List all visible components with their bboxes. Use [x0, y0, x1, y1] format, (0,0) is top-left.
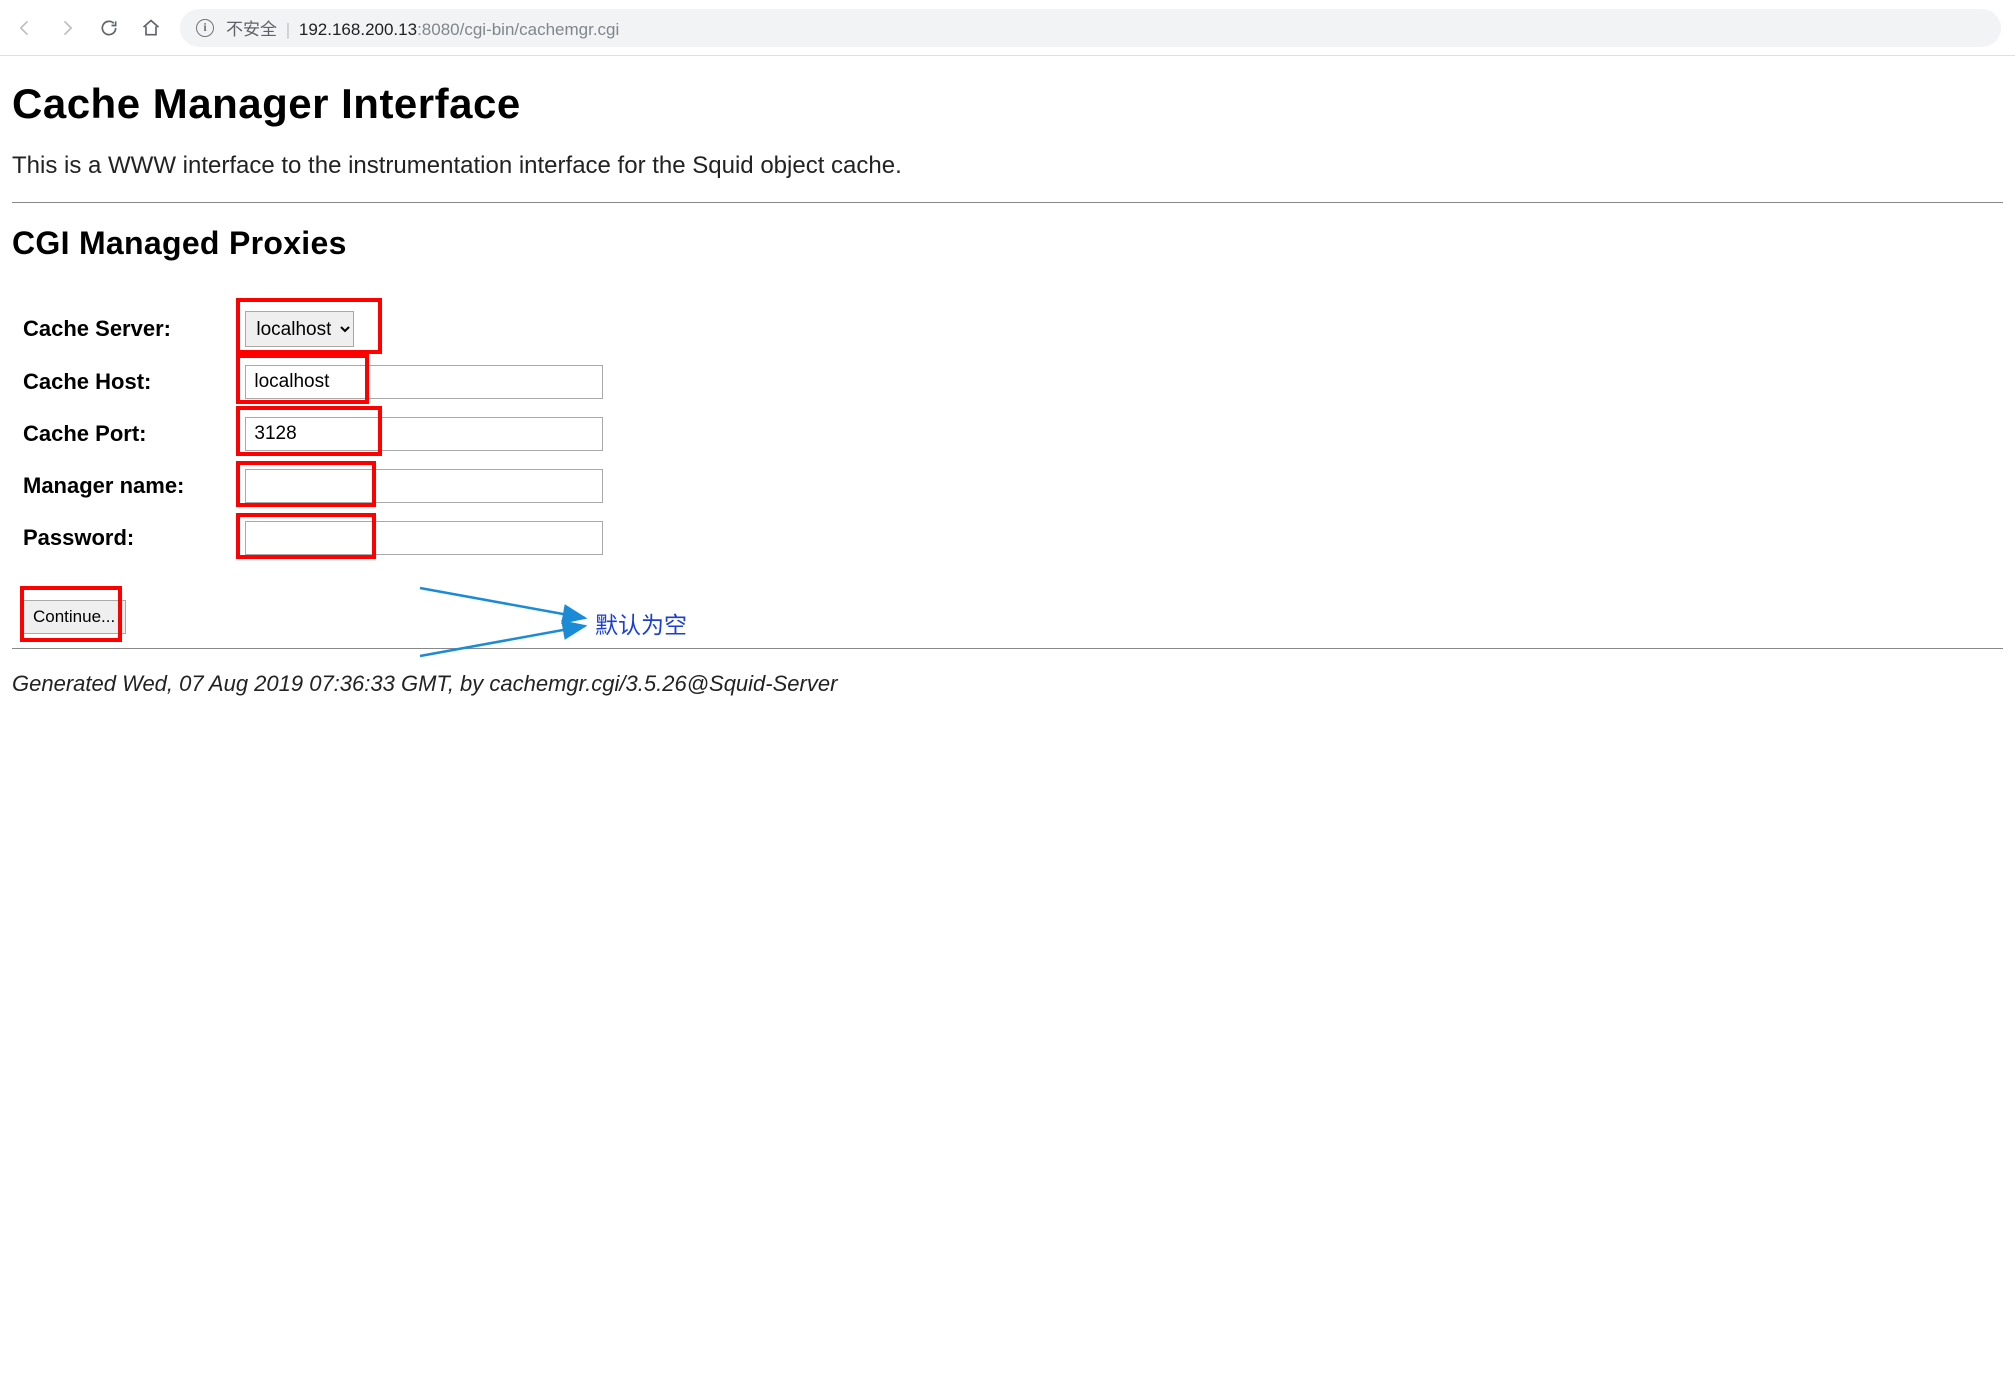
home-icon[interactable] — [140, 17, 162, 39]
forward-icon[interactable] — [56, 17, 78, 39]
password-label: Password: — [22, 520, 244, 556]
password-input[interactable] — [245, 521, 603, 555]
address-bar[interactable]: i 不安全 | 192.168.200.13:8080/cgi-bin/cach… — [180, 9, 2001, 47]
cache-host-input[interactable] — [245, 365, 603, 399]
browser-toolbar: i 不安全 | 192.168.200.13:8080/cgi-bin/cach… — [0, 0, 2015, 56]
page-subtitle: This is a WWW interface to the instrumen… — [12, 152, 2003, 180]
cache-port-label: Cache Port: — [22, 416, 244, 452]
back-icon[interactable] — [14, 17, 36, 39]
proxy-form: Cache Server: localhost Cache Host: Cach… — [22, 294, 604, 572]
cache-host-label: Cache Host: — [22, 364, 244, 400]
reload-icon[interactable] — [98, 17, 120, 39]
cache-server-label: Cache Server: — [22, 310, 244, 348]
manager-name-input[interactable] — [245, 469, 603, 503]
divider — [12, 202, 2003, 203]
divider — [12, 648, 2003, 649]
cache-server-select[interactable]: localhost — [245, 311, 354, 347]
cache-port-input[interactable] — [245, 417, 603, 451]
info-icon[interactable]: i — [196, 19, 214, 37]
manager-name-label: Manager name: — [22, 468, 244, 504]
insecure-label: 不安全 | 192.168.200.13:8080/cgi-bin/cachem… — [226, 15, 619, 40]
page-body: Cache Manager Interface This is a WWW in… — [0, 56, 2015, 727]
nav-button-group — [14, 17, 162, 39]
continue-button[interactable]: Continue... — [22, 600, 126, 634]
page-title: Cache Manager Interface — [12, 80, 2003, 128]
footer-generated: Generated Wed, 07 Aug 2019 07:36:33 GMT,… — [12, 671, 2003, 697]
section-title: CGI Managed Proxies — [12, 225, 2003, 262]
